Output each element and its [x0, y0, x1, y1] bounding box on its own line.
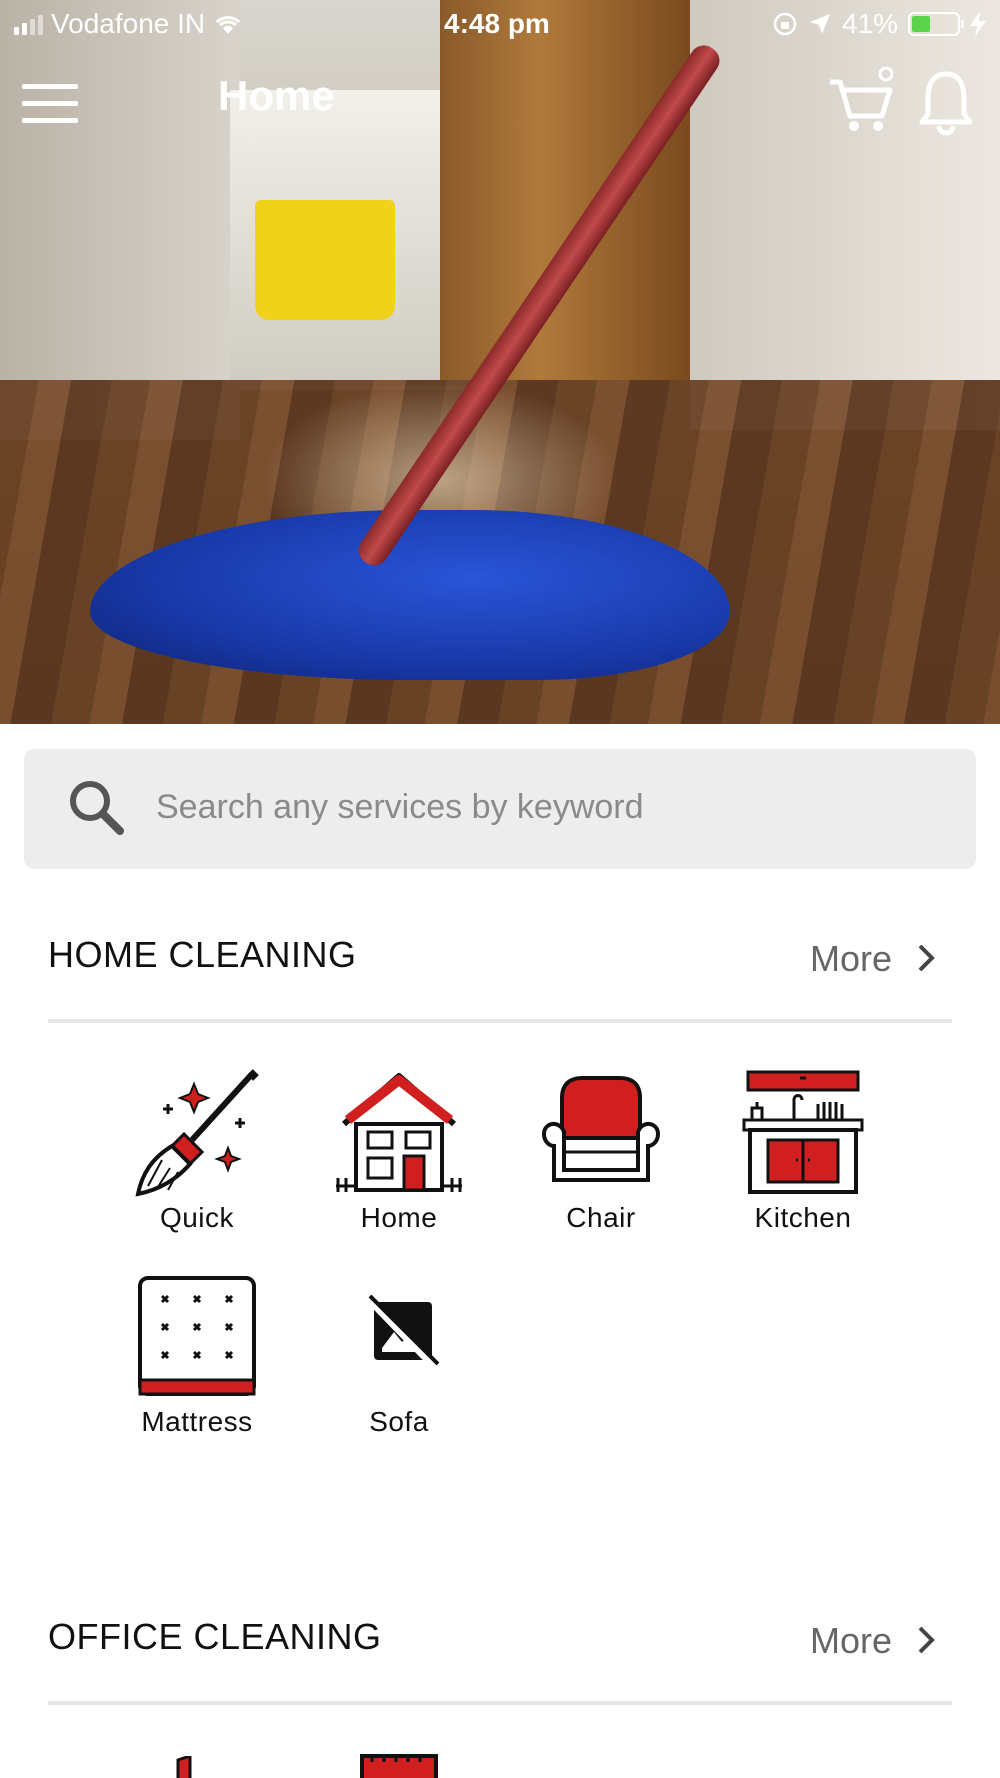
chevron-right-icon[interactable] — [912, 1620, 942, 1660]
more-link[interactable]: More — [810, 1620, 892, 1662]
search-bar[interactable] — [24, 749, 976, 869]
service-tile-quick[interactable]: Quick — [117, 1068, 277, 1234]
battery-icon — [908, 12, 964, 36]
broken-image-icon — [365, 1294, 440, 1371]
cart-icon[interactable] — [828, 66, 894, 136]
location-arrow-icon — [809, 14, 830, 34]
service-label: Chair — [566, 1202, 636, 1233]
search-icon — [70, 781, 124, 835]
office-service-icon — [360, 1754, 438, 1778]
status-bar: Vodafone IN 4:48 pm 41% — [0, 0, 1000, 48]
service-tile-chair[interactable]: Chair — [521, 1068, 681, 1234]
carrier-label: Vodafone IN — [51, 8, 206, 39]
signal-icon — [14, 13, 43, 35]
top-nav-bar: Home — [0, 60, 1000, 150]
bell-icon[interactable] — [916, 68, 976, 138]
section-divider — [48, 1701, 952, 1705]
service-tile-mattress[interactable]: Mattress — [117, 1272, 277, 1438]
house-icon — [336, 1073, 462, 1192]
service-label: Quick — [159, 1202, 235, 1233]
clock: 4:48 pm — [444, 8, 550, 39]
mattress-icon — [138, 1276, 256, 1396]
more-link[interactable]: More — [810, 938, 892, 980]
chevron-right-icon[interactable] — [912, 938, 942, 978]
search-input[interactable] — [156, 779, 936, 835]
armchair-icon — [541, 1076, 661, 1182]
section-title: HOME CLEANING — [48, 934, 357, 975]
section-title: OFFICE CLEANING — [48, 1616, 382, 1657]
service-label: Home — [360, 1202, 438, 1233]
orientation-lock-icon — [773, 12, 797, 36]
menu-icon[interactable] — [22, 84, 78, 124]
wifi-icon — [216, 16, 241, 34]
service-label: Mattress — [141, 1406, 253, 1437]
section-header-office-cleaning: OFFICE CLEANING More — [48, 1616, 952, 1696]
office-service-icon — [176, 1756, 192, 1778]
service-tile-sofa[interactable]: Sofa — [319, 1272, 479, 1438]
page-title: Home — [218, 72, 335, 119]
section-header-home-cleaning: HOME CLEANING More — [48, 934, 952, 1014]
broom-icon — [135, 1069, 259, 1197]
charging-bolt-icon — [970, 11, 986, 37]
section-divider — [48, 1019, 952, 1023]
service-tile-kitchen[interactable]: Kitchen — [723, 1068, 883, 1234]
battery-percent: 41% — [841, 8, 898, 39]
service-label: Sofa — [369, 1406, 429, 1437]
kitchen-icon — [742, 1070, 864, 1194]
service-tile-home[interactable]: Home — [319, 1068, 479, 1234]
service-label: Kitchen — [754, 1202, 852, 1233]
